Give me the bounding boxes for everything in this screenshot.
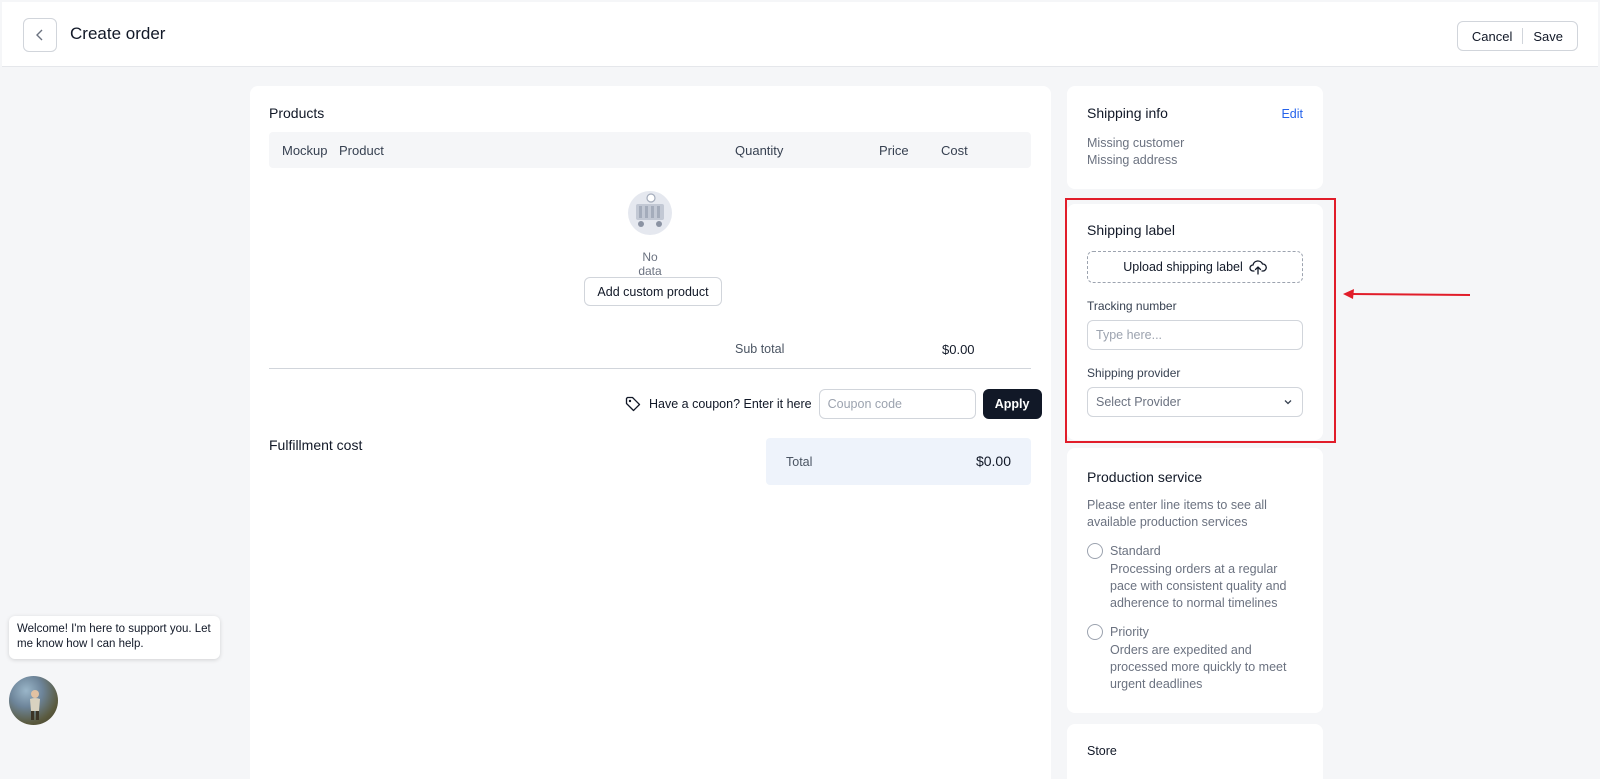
store-card: Store bbox=[1067, 724, 1323, 779]
cancel-button[interactable]: Cancel bbox=[1462, 29, 1522, 44]
priority-title: Priority bbox=[1110, 625, 1149, 639]
shipping-label-title: Shipping label bbox=[1087, 222, 1175, 238]
header-actions: Cancel Save bbox=[1456, 21, 1578, 51]
tag-icon bbox=[625, 396, 641, 412]
top-bar: Create order Cancel Save bbox=[2, 2, 1598, 67]
priority-radio[interactable] bbox=[1087, 624, 1103, 640]
coupon-code-input[interactable] bbox=[818, 389, 976, 419]
standard-title: Standard bbox=[1110, 544, 1161, 558]
save-button[interactable]: Save bbox=[1523, 29, 1573, 44]
production-service-description: Please enter line items to see all avail… bbox=[1087, 498, 1267, 529]
products-card: Products Mockup Product Quantity Price C… bbox=[250, 86, 1051, 779]
total-label: Total bbox=[786, 455, 813, 469]
person-icon bbox=[30, 690, 40, 720]
cloud-upload-icon bbox=[1249, 260, 1267, 275]
subtotal-label: Sub total bbox=[735, 342, 785, 356]
back-button[interactable] bbox=[23, 18, 57, 52]
subtotal-value: $0.00 bbox=[942, 342, 975, 357]
standard-radio[interactable] bbox=[1087, 543, 1103, 559]
subtotal-divider bbox=[269, 368, 1031, 369]
chevron-down-icon bbox=[1284, 400, 1292, 405]
missing-customer-text: Missing customer bbox=[1087, 136, 1185, 150]
arrow-left-icon bbox=[1343, 289, 1471, 299]
column-cost: Cost bbox=[941, 143, 968, 158]
production-service-title: Production service bbox=[1087, 469, 1203, 485]
tracking-number-label: Tracking number bbox=[1087, 299, 1177, 313]
total-box: Total $0.00 bbox=[766, 438, 1031, 485]
shipping-info-card: Shipping info Edit Missing customer Miss… bbox=[1067, 86, 1323, 189]
shipping-provider-select[interactable]: Select Provider bbox=[1087, 387, 1303, 417]
production-service-card: Production service Please enter line ite… bbox=[1067, 448, 1323, 713]
chevron-left-icon bbox=[36, 29, 43, 41]
empty-state-text: No data bbox=[638, 250, 662, 278]
tracking-number-input[interactable] bbox=[1087, 320, 1303, 350]
add-custom-product-button[interactable]: Add custom product bbox=[584, 277, 722, 306]
column-price: Price bbox=[879, 143, 909, 158]
page-title: Create order bbox=[70, 24, 166, 43]
shipping-provider-value: Select Provider bbox=[1096, 395, 1181, 409]
priority-description: Orders are expedited and processed more … bbox=[1110, 643, 1287, 691]
fulfillment-title: Fulfillment cost bbox=[269, 437, 363, 453]
apply-coupon-button[interactable]: Apply bbox=[982, 389, 1042, 419]
edit-shipping-info-link[interactable]: Edit bbox=[1281, 107, 1303, 121]
shipping-label-card: Shipping label Upload shipping label Tra… bbox=[1067, 204, 1323, 440]
column-product: Product bbox=[339, 143, 384, 158]
chat-avatar[interactable] bbox=[9, 676, 58, 725]
missing-address-text: Missing address bbox=[1087, 153, 1178, 167]
upload-shipping-label-button[interactable]: Upload shipping label bbox=[1087, 251, 1303, 283]
column-quantity: Quantity bbox=[735, 143, 784, 158]
shipping-provider-label: Shipping provider bbox=[1087, 366, 1181, 380]
total-value: $0.00 bbox=[975, 453, 1011, 469]
store-label: Store bbox=[1087, 744, 1117, 758]
empty-cart-icon bbox=[628, 191, 672, 235]
column-mockup: Mockup bbox=[282, 143, 328, 158]
upload-label-text: Upload shipping label bbox=[1123, 260, 1243, 274]
coupon-prompt: Have a coupon? Enter it here bbox=[649, 397, 812, 411]
products-title: Products bbox=[269, 105, 325, 121]
coupon-row: Have a coupon? Enter it here Apply bbox=[625, 388, 1042, 420]
products-table-header: Mockup Product Quantity Price Cost bbox=[269, 132, 1031, 168]
shipping-info-title: Shipping info bbox=[1087, 105, 1168, 121]
chat-welcome-bubble[interactable]: Welcome! I'm here to support you. Let me… bbox=[9, 616, 220, 659]
standard-description: Processing orders at a regular pace with… bbox=[1110, 562, 1287, 610]
